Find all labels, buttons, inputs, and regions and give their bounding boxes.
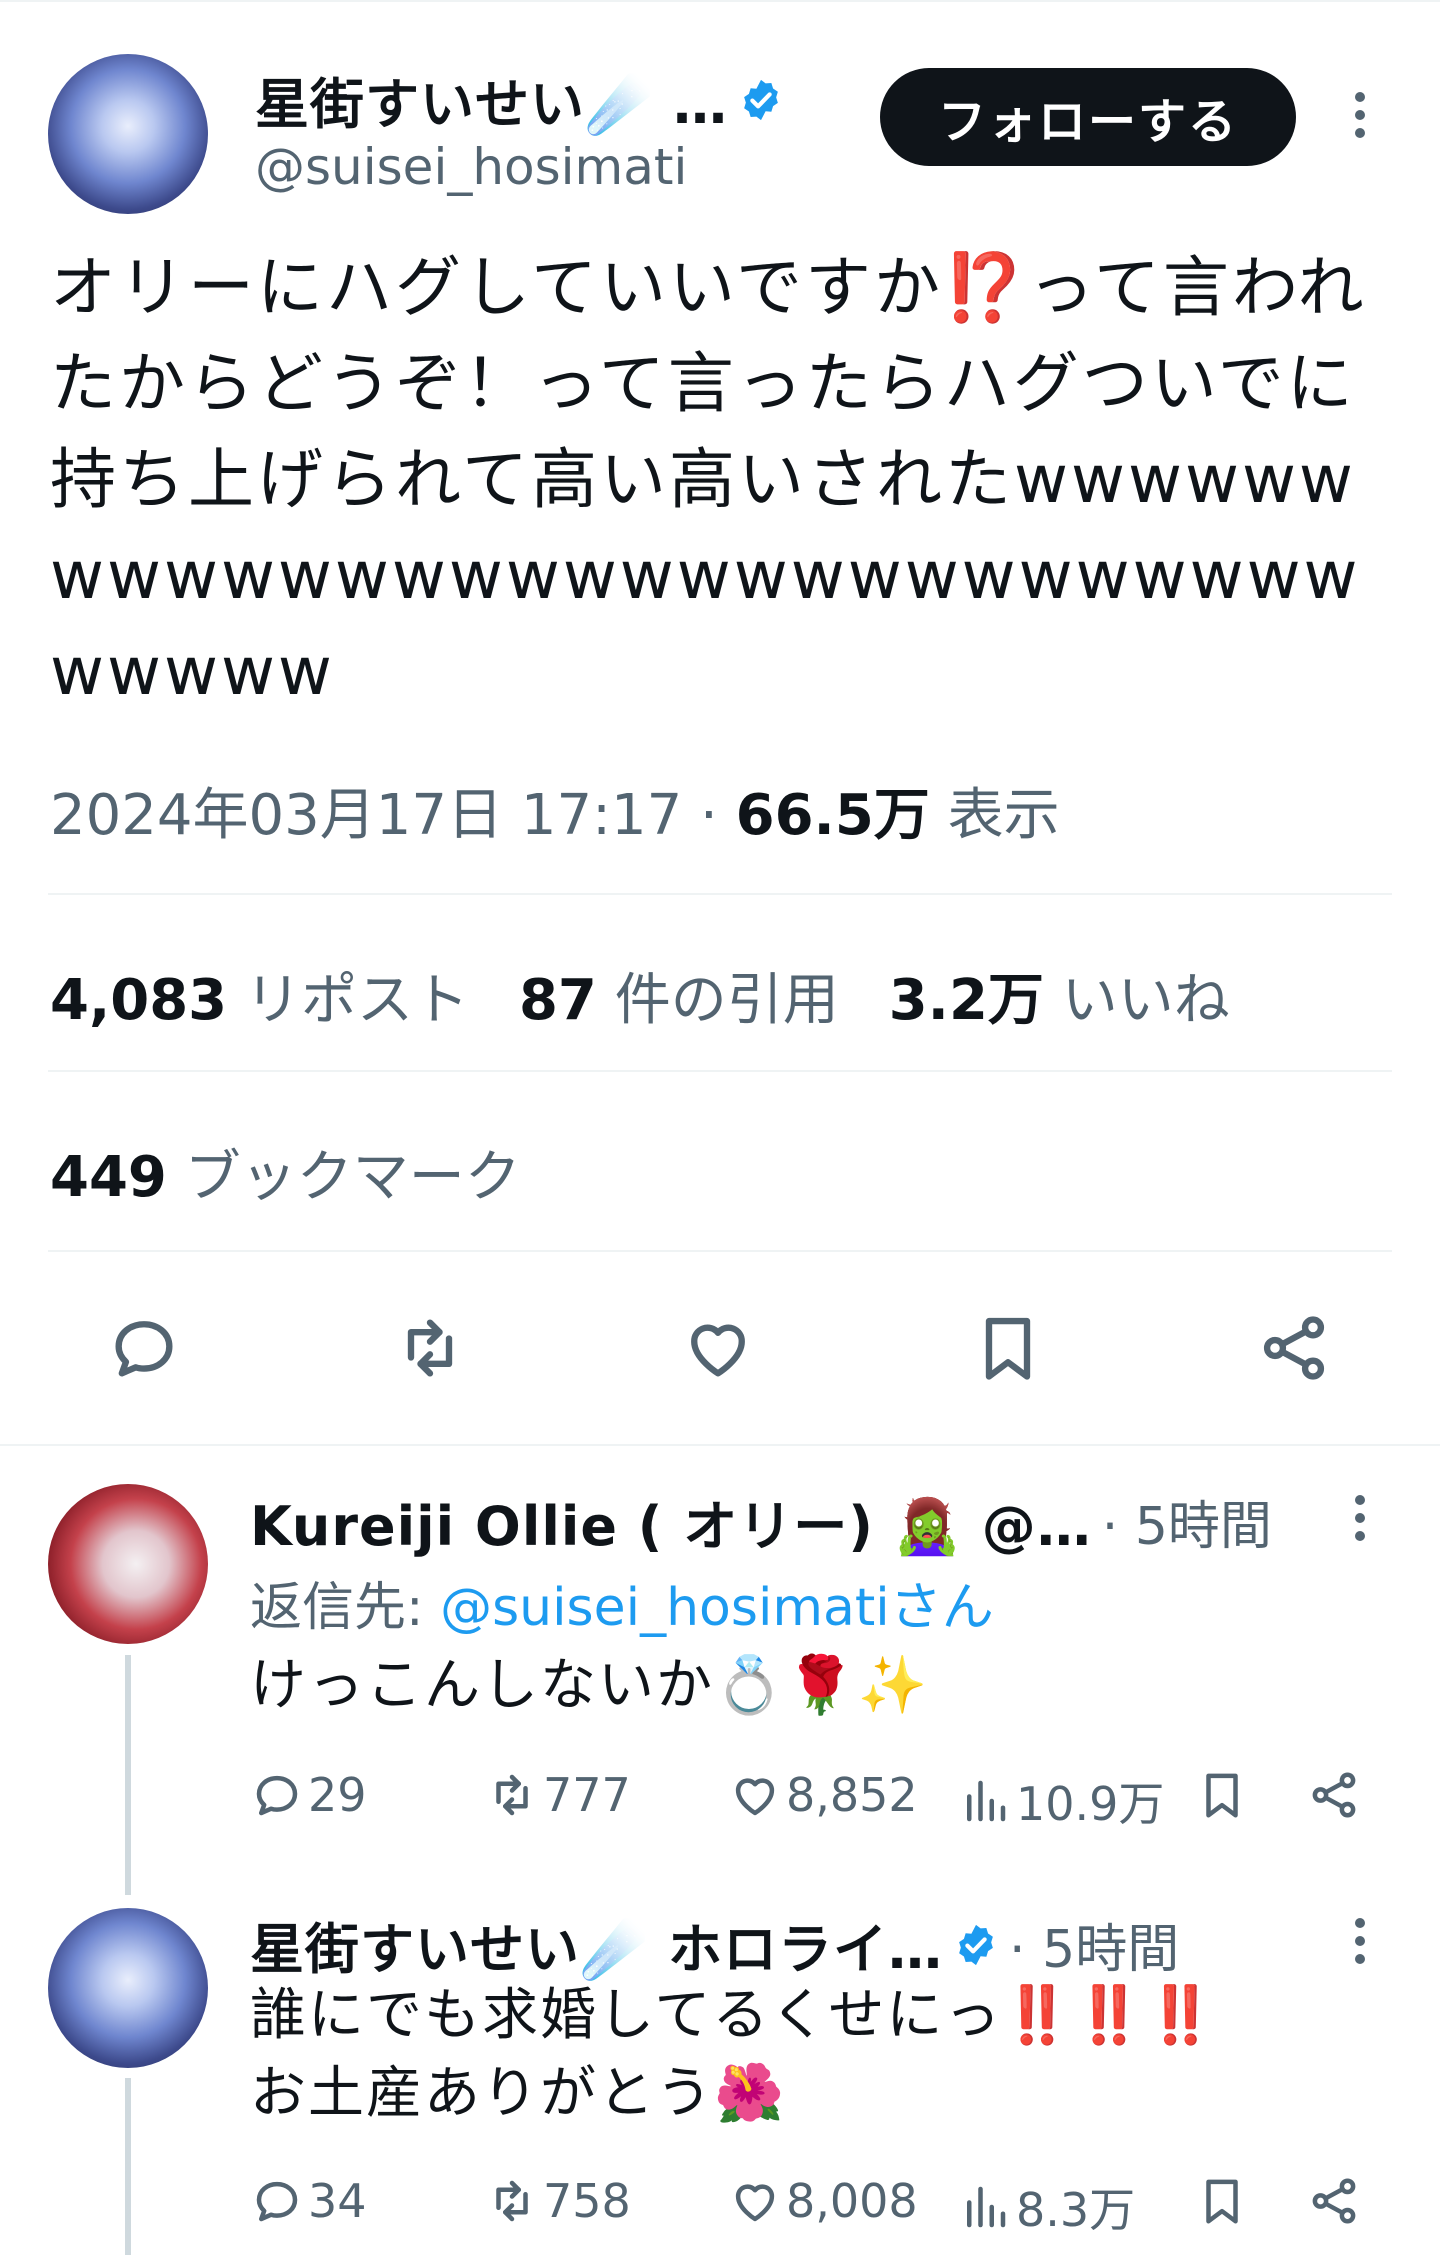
reply-replies[interactable]: 34 xyxy=(250,2174,367,2228)
bookmark-icon xyxy=(1206,1773,1238,1818)
views-icon xyxy=(967,1780,1006,1822)
reply-time[interactable]: · 5時間 xyxy=(1102,1484,1272,1559)
author-avatar[interactable] xyxy=(48,54,208,214)
reposts-count: 758 xyxy=(543,2174,631,2228)
reply-share-button[interactable] xyxy=(1307,1768,1361,1822)
bookmarks-label: ブックマーク xyxy=(184,1145,521,1210)
verified-badge-icon xyxy=(959,1924,993,1965)
reply-header: Kureiji Ollie ( オリー) 🧟‍♀️ @… · 5時間 xyxy=(250,1482,1272,1561)
reply-icon xyxy=(256,2181,298,2222)
repost-button[interactable] xyxy=(390,1308,470,1388)
replies-count: 34 xyxy=(308,2174,367,2228)
reply-text-line2: お土産ありがとう🌺 xyxy=(250,2061,786,2126)
views-label: 表示 xyxy=(947,783,1060,848)
tweet-text: オリーにハグしていいですか⁉️って言われたからどうぞ！って言ったらハグついでに持… xyxy=(50,249,1367,710)
reply-likes[interactable]: 8,852 xyxy=(728,1768,918,1822)
repost-icon xyxy=(407,1319,453,1377)
reply-more-icon[interactable] xyxy=(1340,1495,1380,1541)
like-button[interactable] xyxy=(678,1308,758,1388)
reply-reposts[interactable]: 777 xyxy=(485,1768,631,1822)
top-border xyxy=(0,0,1440,2)
reply-avatar[interactable] xyxy=(48,1908,208,2068)
repost-icon xyxy=(496,1774,528,1816)
meta-separator: · xyxy=(682,783,736,848)
reply-icon xyxy=(256,1775,298,1816)
engagement-stats: 4,083 リポスト 87 件の引用 3.2万 いいね xyxy=(50,955,1230,1036)
thread-line xyxy=(125,1655,131,1895)
reply-more-icon[interactable] xyxy=(1340,1918,1380,1964)
verified-badge-icon xyxy=(744,79,778,120)
reply-to-line: 返信先: @suisei_hosimatiさん xyxy=(250,1565,994,1640)
reply-icon xyxy=(115,1321,173,1377)
share-button[interactable] xyxy=(1254,1308,1334,1388)
reply-text: けっこんしないか💍🌹✨ xyxy=(250,1653,930,1718)
likes-count: 3.2万 xyxy=(888,968,1044,1033)
bookmarks-count: 449 xyxy=(50,1145,167,1210)
replies-count: 29 xyxy=(308,1768,367,1822)
more-options-icon[interactable] xyxy=(1340,92,1380,138)
reposts-count: 4,083 xyxy=(50,968,228,1033)
reply-to-handle[interactable]: @suisei_hosimatiさん xyxy=(440,1578,994,1638)
reply-views[interactable]: 8.3万 xyxy=(958,2174,1135,2240)
likes-count: 8,852 xyxy=(786,1768,918,1822)
divider xyxy=(48,1070,1392,1072)
heart-icon xyxy=(691,1324,745,1377)
quotes-label: 件の引用 xyxy=(614,968,839,1033)
author-name-row[interactable]: 星街すいせい☄️ … xyxy=(255,60,784,139)
follow-button[interactable]: フォローする xyxy=(880,68,1296,166)
repost-icon xyxy=(496,2180,528,2222)
bookmarks-stat[interactable]: 449 ブックマーク xyxy=(50,1132,521,1213)
reply-bookmark-button[interactable] xyxy=(1195,1768,1249,1822)
reply-avatar[interactable] xyxy=(48,1484,208,1644)
reply-share-button[interactable] xyxy=(1307,2174,1361,2228)
reposts-stat[interactable]: 4,083 リポスト xyxy=(50,968,469,1033)
reply-to-prefix: 返信先: xyxy=(250,1578,441,1638)
reply-views[interactable]: 10.9万 xyxy=(958,1768,1164,1834)
tweet-meta: 2024年03月17日 17:17 · 66.5万 表示 xyxy=(50,770,1060,851)
divider xyxy=(48,893,1392,895)
bookmark-button[interactable] xyxy=(968,1308,1048,1388)
reply-likes[interactable]: 8,008 xyxy=(728,2174,918,2228)
author-name[interactable]: 星街すいせい☄️ … xyxy=(255,60,728,139)
share-icon xyxy=(1312,1772,1356,1818)
reply-reposts[interactable]: 758 xyxy=(485,2174,631,2228)
reply-button[interactable] xyxy=(104,1308,184,1388)
likes-label: いいね xyxy=(1061,968,1230,1033)
reply-bookmark-button[interactable] xyxy=(1195,2174,1249,2228)
section-divider xyxy=(0,1444,1440,1446)
reposts-count: 777 xyxy=(543,1768,631,1822)
thread-line xyxy=(125,2078,131,2255)
share-icon xyxy=(1263,1316,1325,1380)
tweet-timestamp[interactable]: 2024年03月17日 17:17 xyxy=(50,783,682,848)
divider xyxy=(48,1250,1392,1252)
likes-count: 8,008 xyxy=(786,2174,918,2228)
reply-author-name[interactable]: Kureiji Ollie ( オリー) 🧟‍♀️ @… xyxy=(250,1482,1092,1561)
heart-icon xyxy=(735,1778,775,1816)
reply-replies[interactable]: 29 xyxy=(250,1768,367,1822)
author-handle[interactable]: @suisei_hosimati xyxy=(255,138,687,196)
share-icon xyxy=(1312,2178,1356,2224)
reposts-label: リポスト xyxy=(244,968,469,1033)
views-count: 8.3万 xyxy=(1016,2183,1136,2237)
heart-icon xyxy=(735,2184,775,2222)
views-count: 10.9万 xyxy=(1016,1777,1165,1831)
quotes-count: 87 xyxy=(518,968,597,1033)
views-count: 66.5万 xyxy=(735,783,930,848)
likes-stat[interactable]: 3.2万 いいね xyxy=(889,968,1230,1033)
quotes-stat[interactable]: 87 件の引用 xyxy=(519,968,839,1033)
bookmark-icon xyxy=(1206,2179,1238,2224)
views-icon xyxy=(967,2186,1006,2228)
bookmark-icon xyxy=(985,1317,1031,1380)
